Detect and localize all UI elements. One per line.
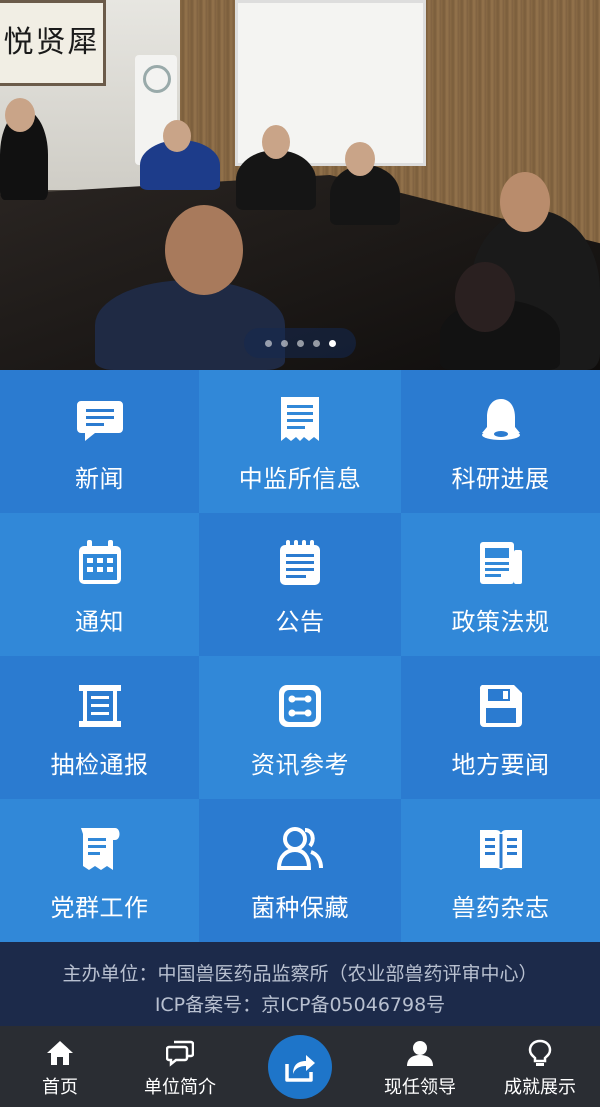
menu-item-label: 兽药杂志 <box>451 894 550 922</box>
menu-item-policy[interactable]: 政策法规 <box>401 513 600 656</box>
floppy-icon <box>479 685 522 727</box>
carousel-dot[interactable] <box>312 339 320 347</box>
calendar-icon <box>78 540 121 584</box>
meeting-people <box>0 0 600 370</box>
menu-item-notice[interactable]: 通知 <box>0 513 199 656</box>
lightbulb-icon <box>528 1039 552 1066</box>
menu-item-reference[interactable]: 资讯参考 <box>199 656 401 799</box>
menu-item-strain-collection[interactable]: 菌种保藏 <box>199 799 401 942</box>
menu-item-label: 菌种保藏 <box>251 894 349 922</box>
flag-doc-icon <box>80 828 119 870</box>
image-carousel[interactable]: 悦贤犀 <box>0 0 600 370</box>
menu-item-label: 党群工作 <box>50 894 149 922</box>
nav-label: 单位简介 <box>144 1077 216 1098</box>
footer-sponsor: 主办单位：中国兽医药品监察所（农业部兽药评审中心） <box>62 963 538 985</box>
carousel-dot-active[interactable] <box>328 339 336 347</box>
bottom-nav: 首页 单位简介 现任领导 成就展示 <box>0 1026 600 1107</box>
carousel-indicator <box>244 328 356 358</box>
menu-item-local-news[interactable]: 地方要闻 <box>401 656 600 799</box>
home-icon <box>47 1041 73 1065</box>
nav-achievements[interactable]: 成就展示 <box>480 1026 600 1107</box>
footer-icp: ICP备案号：京ICP备05046798号 <box>154 994 446 1016</box>
people-icon <box>276 827 323 870</box>
chat-bubbles-icon <box>166 1040 194 1067</box>
bell-icon <box>481 399 520 440</box>
person-icon <box>407 1041 433 1066</box>
menu-item-label: 地方要闻 <box>451 751 550 779</box>
menu-item-magazine[interactable]: 兽药杂志 <box>401 799 600 942</box>
menu-item-news[interactable]: 新闻 <box>0 370 199 513</box>
nav-about[interactable]: 单位简介 <box>120 1026 240 1107</box>
site-footer: 主办单位：中国兽医药品监察所（农业部兽药评审中心） ICP备案号：京ICP备05… <box>0 942 600 1026</box>
chat-icon <box>76 401 123 441</box>
share-icon <box>285 1054 315 1082</box>
menu-item-party-work[interactable]: 党群工作 <box>0 799 199 942</box>
menu-item-announcement[interactable]: 公告 <box>199 513 401 656</box>
menu-item-label: 资讯参考 <box>251 751 349 779</box>
menu-item-label: 公告 <box>275 608 325 636</box>
nav-label: 成就展示 <box>504 1077 576 1098</box>
book-icon <box>479 830 522 870</box>
carousel-dot[interactable] <box>264 339 272 347</box>
receipt-icon <box>281 397 319 441</box>
newspaper-icon <box>479 542 522 584</box>
share-button[interactable] <box>268 1034 332 1099</box>
nodes-icon <box>279 685 321 727</box>
menu-item-label: 中监所信息 <box>238 465 362 493</box>
menu-item-research[interactable]: 科研进展 <box>401 370 600 513</box>
menu-item-label: 新闻 <box>75 465 124 493</box>
list-icon <box>78 685 121 727</box>
notepad-icon <box>280 540 320 585</box>
carousel-dot[interactable] <box>280 339 288 347</box>
nav-home[interactable]: 首页 <box>0 1026 120 1107</box>
nav-label: 首页 <box>42 1077 78 1098</box>
menu-item-label: 科研进展 <box>451 465 550 493</box>
nav-leaders[interactable]: 现任领导 <box>360 1026 480 1107</box>
menu-item-label: 政策法规 <box>451 608 550 636</box>
nav-share[interactable] <box>240 1026 360 1107</box>
menu-item-label: 通知 <box>75 608 124 636</box>
menu-item-inspection[interactable]: 抽检通报 <box>0 656 199 799</box>
carousel-dot[interactable] <box>296 339 304 347</box>
nav-label: 现任领导 <box>384 1077 456 1098</box>
menu-item-label: 抽检通报 <box>50 751 149 779</box>
menu-grid: 新闻 中监所信息 科研进展 通知 公告 政策法规 抽检通报 资讯参考 地方要闻 … <box>0 370 600 942</box>
menu-item-institute-info[interactable]: 中监所信息 <box>199 370 401 513</box>
